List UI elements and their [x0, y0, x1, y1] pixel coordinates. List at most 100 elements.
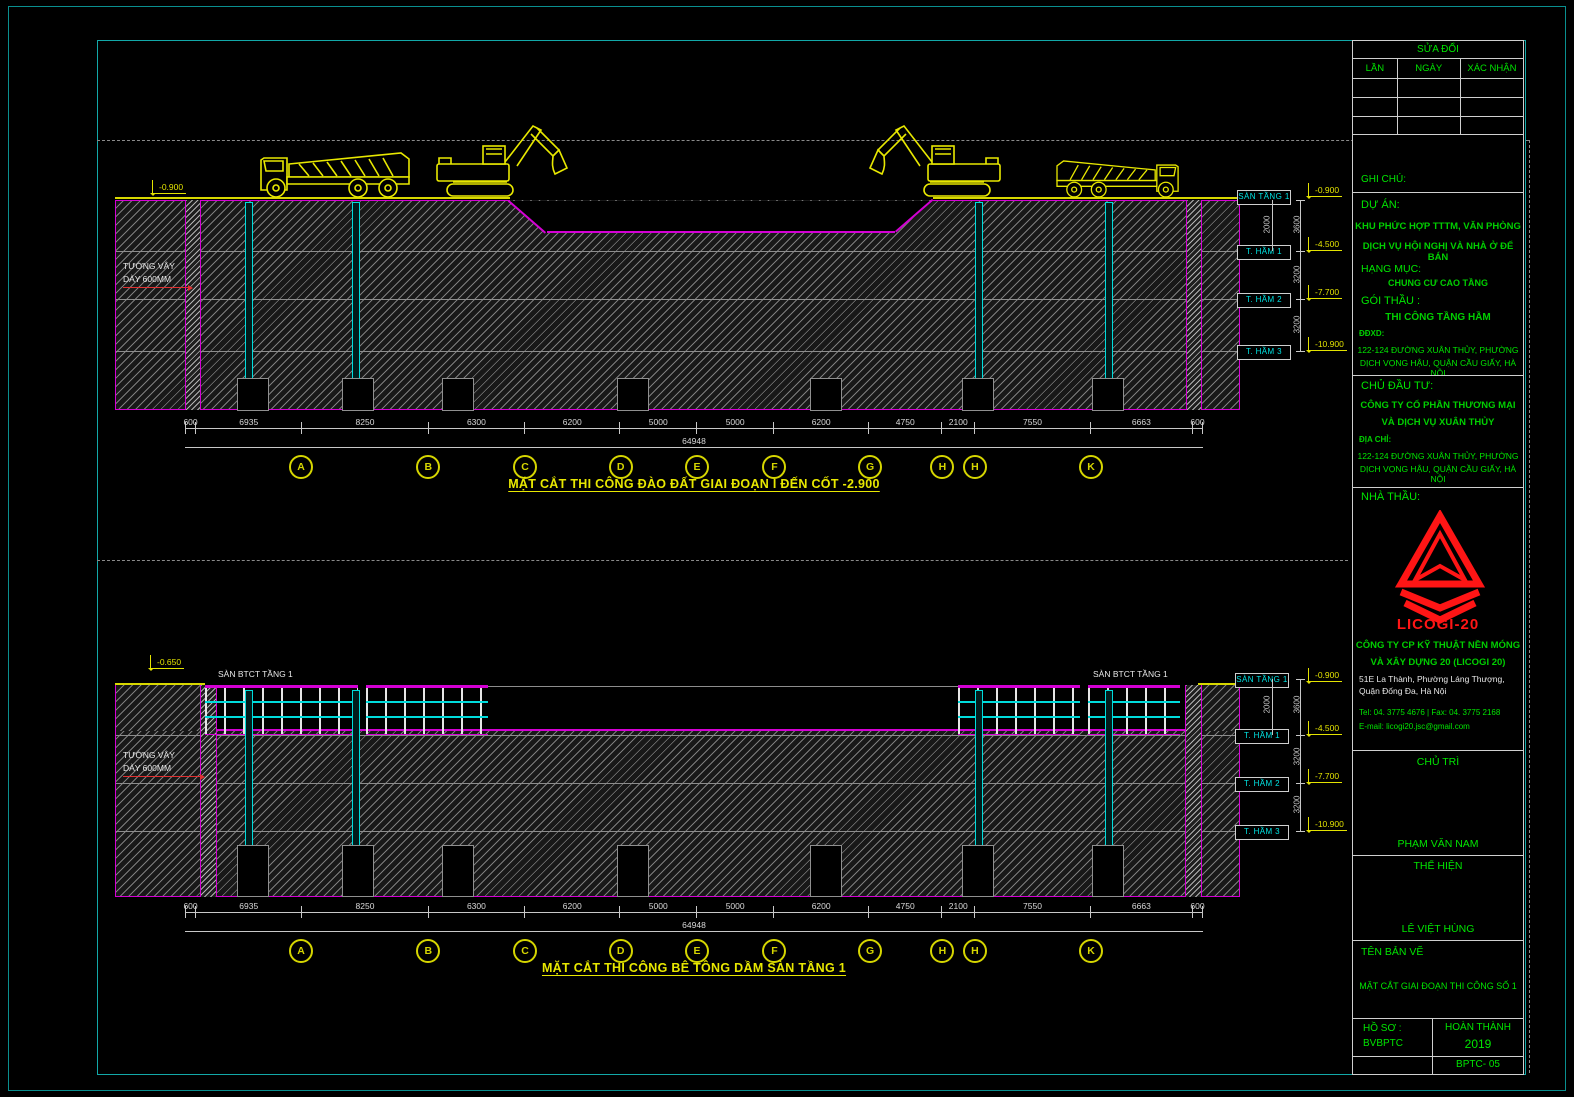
contractor-email: E-mail: licogi20.jsc@gmail.com	[1359, 722, 1470, 731]
d2-slab-label-right: SÀN BTCT TẦNG 1	[1093, 669, 1168, 679]
d2-section-title: MẶT CẮT THI CÔNG BÊ TÔNG DẦM SÀN TẦNG 1	[344, 961, 1044, 975]
d1-pile-cap	[442, 378, 474, 411]
package-label: GÓI THẦU :	[1361, 295, 1420, 307]
dim-segment: 6300	[428, 906, 525, 918]
contractor-box: NHÀ THẦU: LICOGI-20 CÔNG TY CP KỸ THUẬT …	[1352, 487, 1524, 752]
d2-surface-line-right	[1198, 683, 1240, 685]
notes-box: GHI CHÚ:	[1352, 134, 1524, 194]
project-label: DỰ ÁN:	[1361, 199, 1400, 211]
d2-soil-right-margin	[1200, 685, 1240, 731]
d1-section-title: MẶT CẮT THI CÔNG ĐÀO ĐẤT GIAI ĐOẠN I ĐẾN…	[344, 477, 1044, 491]
dim-segment: 600	[185, 906, 195, 918]
d2-wall-label-2: DÀY 600MM	[123, 763, 171, 773]
d2-surface-line-left	[115, 683, 205, 685]
d1-excavation-pit	[510, 201, 933, 233]
dim-segment: 6200	[524, 422, 619, 434]
shoring-rail	[205, 716, 358, 718]
revision-columns: LẦN NGÀY XÁC NHẬN	[1352, 58, 1524, 80]
grid-bubble: A	[289, 455, 313, 479]
grid-bubble: C	[513, 939, 537, 963]
d1-wall-label-1: TƯỜNG VÂY	[123, 261, 175, 271]
d2-wall-label-1: TƯỜNG VÂY	[123, 750, 175, 760]
viewport-divider-right	[1529, 140, 1530, 1073]
d1-level-line-3	[116, 351, 1239, 352]
grid-bubble: D	[609, 455, 633, 479]
designer-name: PHẠM VĂN NAM	[1353, 838, 1523, 850]
dim-value: 4750	[896, 417, 915, 427]
dim-value: 5000	[649, 901, 668, 911]
dump-truck-icon	[255, 146, 420, 198]
d1-vdim-tick	[1296, 200, 1305, 201]
site-addr-1: 122-124 ĐƯỜNG XUÂN THỦY, PHƯỜNG	[1353, 345, 1523, 355]
grid-bubble: D	[609, 939, 633, 963]
d2-soil-left-margin	[115, 685, 200, 731]
d2-grid-bubbles: A B C D E F G H H K	[185, 939, 1203, 961]
revision-header: SỬA ĐỔI	[1352, 40, 1524, 60]
d2-level-box-3: T. HẦM 3	[1235, 825, 1289, 840]
dim-segment: 4750	[868, 906, 941, 918]
d1-pile-cap	[962, 378, 994, 411]
dim-value: 7550	[1023, 417, 1042, 427]
d2-elev-3: -10.900	[1308, 820, 1347, 831]
contractor-name-2: VÀ XÂY DỰNG 20 (LICOGI 20)	[1353, 657, 1523, 668]
grid-line	[1460, 79, 1461, 135]
dim-segment: 7550	[974, 906, 1090, 918]
dim-segment: 8250	[301, 906, 427, 918]
d1-level-box-0: SÀN TẦNG 1	[1237, 190, 1291, 205]
item-label: HẠNG MỤC:	[1361, 263, 1421, 275]
d1-vdim-tick	[1296, 351, 1305, 352]
grid-bubble: C	[513, 455, 537, 479]
d1-level-box-1: T. HẦM 1	[1237, 245, 1291, 260]
grid-line	[1353, 116, 1523, 117]
d1-elev-0: -0.900	[1308, 186, 1342, 197]
dim-value: 5000	[726, 417, 745, 427]
dim-value: 5000	[649, 417, 668, 427]
d2-level-line-2	[116, 783, 1239, 784]
d1-level-line-1	[116, 251, 1239, 252]
d2-kingpost	[975, 690, 983, 862]
dim-value: 600	[1190, 901, 1204, 911]
dim-segment: 2100	[941, 906, 974, 918]
dim-value: 8250	[356, 901, 375, 911]
d2-pile-cap	[1092, 845, 1124, 897]
grid-bubble: A	[289, 939, 313, 963]
d1-vdim-tick	[1296, 299, 1305, 300]
drafter-name: LÊ VIỆT HÙNG	[1353, 923, 1523, 935]
d2-total-dim-line: 64948	[185, 931, 1203, 932]
grid-bubble: B	[416, 939, 440, 963]
d1-elev-3: -10.900	[1308, 340, 1347, 351]
revision-rows	[1352, 78, 1524, 136]
grid-line	[1397, 79, 1398, 135]
dim-segment: 600	[185, 422, 195, 434]
d2-vdim-3600: 3600	[1292, 696, 1301, 714]
dim-segment: 8250	[301, 422, 427, 434]
d2-ground-ref-line	[488, 686, 958, 687]
dim-segment: 6200	[524, 906, 619, 918]
empty-cell	[1352, 1056, 1434, 1075]
contractor-addr-1: 51E La Thành, Phường Láng Thượng,	[1359, 674, 1505, 684]
d2-slab-shoring	[1088, 685, 1180, 735]
d1-elev-1: -4.500	[1308, 240, 1342, 251]
project-name-2: DỊCH VỤ HỘI NGHỊ VÀ NHÀ Ở ĐỂ BÁN	[1353, 241, 1523, 263]
d1-kingpost	[1105, 202, 1113, 388]
d1-vdim-3200b: 3200	[1292, 316, 1301, 334]
d1-diaphragm-wall-right	[1186, 200, 1202, 410]
d2-elev-0: -0.900	[1308, 671, 1342, 682]
d1-surface-mag-left	[115, 200, 510, 201]
designer-box: CHỦ TRÌ PHẠM VĂN NAM	[1352, 750, 1524, 857]
logo-wordmark: LICOGI-20	[1353, 616, 1523, 633]
investor-addr-label: ĐỊA CHỈ:	[1359, 435, 1391, 444]
d1-elev-2: -7.700	[1308, 288, 1342, 299]
d1-kingpost	[352, 202, 360, 388]
dim-value: 6663	[1132, 901, 1151, 911]
d2-total-dim: 64948	[682, 920, 706, 930]
contractor-name-1: CÔNG TY CP KỸ THUẬT NỀN MÓNG	[1353, 640, 1523, 651]
dim-value: 6300	[467, 417, 486, 427]
project-name-1: KHU PHỨC HỢP TTTM, VĂN PHÒNG	[1353, 221, 1523, 232]
d2-dimension-row: 600 6935 8250 6300 6200 5000 5000 6200 4…	[185, 906, 1203, 918]
dim-value: 6935	[239, 901, 258, 911]
d2-diaphragm-wall-right	[1185, 685, 1202, 897]
d2-vdim-line-inner	[1272, 679, 1273, 735]
grid-bubble: B	[416, 455, 440, 479]
shoring-rail	[1088, 716, 1180, 718]
